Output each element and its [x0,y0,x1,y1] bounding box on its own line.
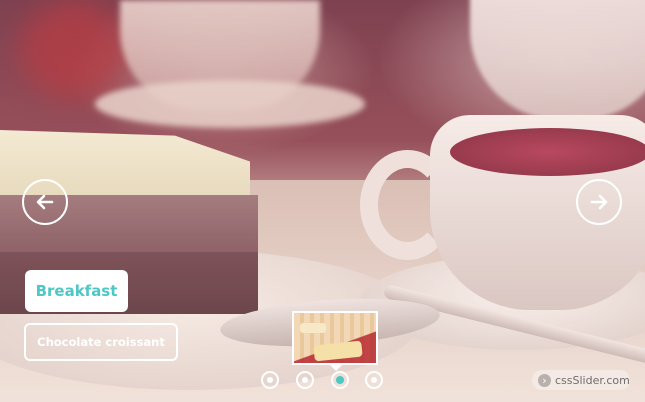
next-slide-button[interactable] [576,179,622,225]
watermark-text: cssSlider.com [555,373,630,387]
thumbnail-preview [292,311,378,365]
slide-caption: Chocolate croissant [24,323,178,361]
pagination-dot-1[interactable] [261,371,279,389]
arrow-right-icon [590,194,608,210]
prev-slide-button[interactable] [22,179,68,225]
watermark-link[interactable]: › cssSlider.com [532,370,630,390]
chevron-right-icon: › [538,373,551,387]
image-slider: Breakfast Chocolate croissant › cssSlide… [0,0,645,402]
pagination-dot-4[interactable] [365,371,383,389]
arrow-left-icon [36,194,54,210]
pagination-dot-2[interactable] [296,371,314,389]
pagination-dot-3[interactable] [331,371,349,389]
slide-title: Breakfast [25,270,128,312]
